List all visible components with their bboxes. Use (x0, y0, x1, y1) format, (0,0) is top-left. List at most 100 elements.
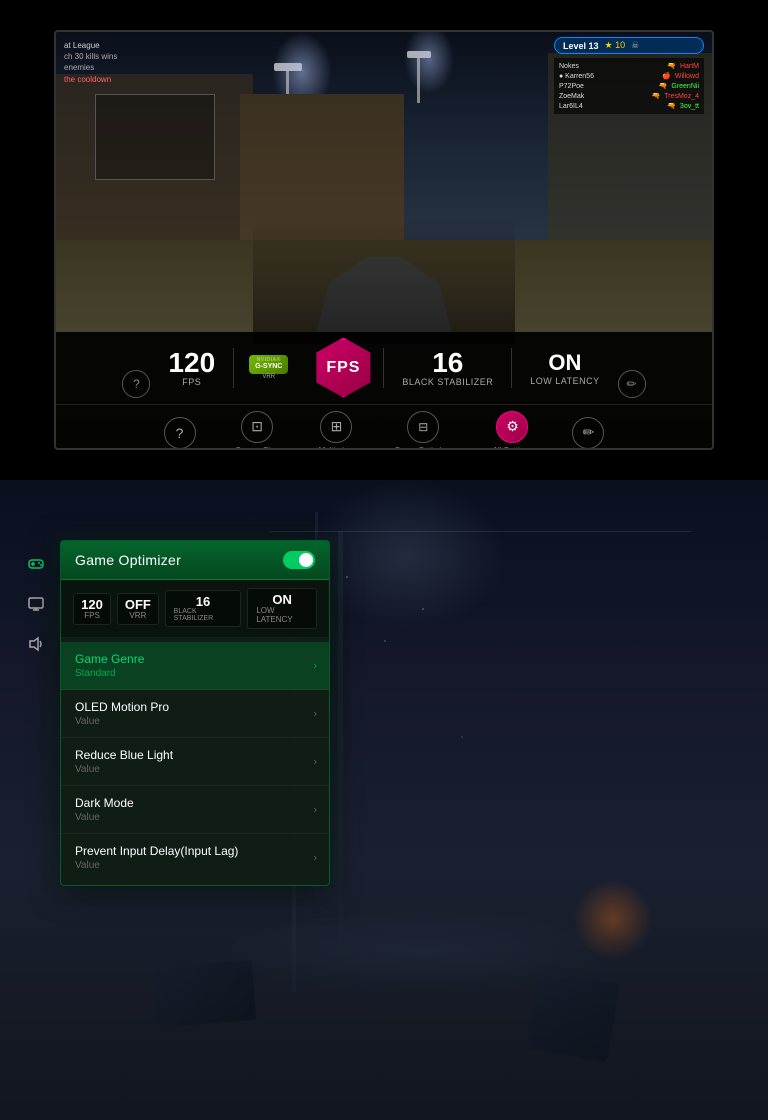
top-section: at League ch 30 kills wins enemies the c… (0, 0, 768, 480)
edit-icon-item[interactable]: ✏ (572, 417, 604, 449)
game-optimizer-icon: ⊟ (407, 411, 439, 443)
low-latency-value: ON (548, 350, 581, 376)
multi-view-label: Multi-view (319, 446, 355, 450)
hud-league-text: at League (64, 40, 117, 51)
star-icon: ★ 10 (605, 40, 626, 51)
prevent-input-delay-arrow: › (314, 852, 317, 863)
optimizer-panel: Game Optimizer 120 FPS OFF VRR 16 Black … (60, 540, 330, 886)
monitor-icon (28, 596, 44, 612)
game-genre-arrow: › (314, 660, 317, 671)
game-screen: at League ch 30 kills wins enemies the c… (54, 30, 714, 450)
left-arrow-area: ? (122, 370, 150, 398)
low-latency-stat: ON Low Latency (512, 350, 617, 386)
optimizer-toggle[interactable] (283, 551, 315, 569)
menu-item-prevent-input-delay[interactable]: Prevent Input Delay(Input Lag) Value › (61, 834, 329, 881)
panel-ll-label: Low Latency (256, 606, 308, 624)
scoreboard: Nokes 🔫 HartM ● Karren56 🍎 Willowd P72Po… (554, 58, 704, 114)
skull-icon: ☠ (631, 40, 639, 51)
panel-stats-row: 120 FPS OFF VRR 16 Black Stabilizer ON L… (61, 580, 329, 638)
multi-view-icon: ⊞ (320, 411, 352, 443)
side-icon-gamepad[interactable] (22, 550, 50, 578)
score-row-3: P72Poe 🔫 GreenNii (557, 81, 701, 91)
panel-vrr-value: OFF (125, 598, 151, 611)
side-icon-volume[interactable] (22, 630, 50, 658)
oled-motion-pro-value: Value (75, 716, 315, 727)
particle-5 (461, 736, 463, 738)
help-icon: ? (164, 417, 196, 449)
right-arrow-button[interactable]: ✏ (618, 370, 646, 398)
panel-fps-label: FPS (84, 611, 100, 620)
bottom-section: Game Optimizer 120 FPS OFF VRR 16 Black … (0, 480, 768, 1120)
fps-value: 120 (168, 349, 215, 377)
gsync-sub-label: VRR (262, 374, 275, 380)
panel-bs-label: Black Stabilizer (174, 608, 233, 622)
screen-size-label: Screen Size (236, 446, 279, 450)
gsync-badge: NVIDIA® G-SYNC (249, 355, 288, 373)
low-latency-label: Low Latency (530, 376, 599, 386)
hud-enemies-text: enemies (64, 62, 117, 73)
dark-mode-value: Value (75, 812, 315, 823)
panel-vrr-label: VRR (129, 611, 146, 620)
panel-ll-stat: ON Low Latency (247, 588, 317, 629)
stats-numbers: ? 120 FPS NVIDIA® G-SYNC VRR (56, 332, 712, 404)
hud-kills-text: ch 30 kills wins (64, 51, 117, 62)
all-settings-icon-item[interactable]: ⚙ All Settings (492, 411, 532, 450)
score-row-5: Lar6IL4 🔫 3ov_tt (557, 101, 701, 111)
prevent-input-delay-value: Value (75, 860, 315, 871)
dark-mode-arrow: › (314, 804, 317, 815)
panel-menu: Game Genre Standard › OLED Motion Pro Va… (61, 638, 329, 885)
screen-size-icon: ⊡ (241, 411, 273, 443)
menu-item-dark-mode[interactable]: Dark Mode Value › (61, 786, 329, 834)
help-icon-item[interactable]: ? (164, 417, 196, 449)
panel-title: Game Optimizer (75, 552, 181, 568)
score-row-1: Nokes 🔫 HartM (557, 61, 701, 71)
panel-fps-value: 120 (81, 598, 103, 611)
panel-bs-value: 16 (196, 595, 210, 608)
icons-row: ? ⊡ Screen Size ⊞ Multi-view ⊟ Game Opti… (56, 404, 712, 450)
game-genre-title: Game Genre (75, 652, 315, 666)
hud-timer-text: the cooldown (64, 74, 117, 85)
level-bar: Level 13 ★ 10 ☠ (554, 37, 704, 54)
right-arrow-area: ✏ (618, 370, 646, 398)
edit-icon: ✏ (572, 417, 604, 449)
all-settings-label: All Settings (492, 446, 532, 450)
score-row-4: ZoeMak 🔫 TresMoz_4 (557, 91, 701, 101)
game-optimizer-label: Game Optimizer (394, 446, 452, 450)
game-optimizer-icon-item[interactable]: ⊟ Game Optimizer (394, 411, 452, 450)
panel-fps-stat: 120 FPS (73, 593, 111, 625)
gamepad-icon (28, 556, 44, 572)
panel-vrr-stat: OFF VRR (117, 593, 159, 625)
menu-item-reduce-blue-light[interactable]: Reduce Blue Light Value › (61, 738, 329, 786)
stats-bar: ? 120 FPS NVIDIA® G-SYNC VRR (56, 332, 712, 448)
black-stabilizer-value: 16 (432, 349, 463, 377)
fps-hexagon: FPS (313, 338, 373, 398)
panel-header: Game Optimizer (61, 541, 329, 580)
oled-motion-pro-arrow: › (314, 708, 317, 719)
menu-item-oled-motion-pro[interactable]: OLED Motion Pro Value › (61, 690, 329, 738)
panel-ll-value: ON (272, 593, 292, 606)
left-arrow-button[interactable]: ? (122, 370, 150, 398)
prevent-input-delay-title: Prevent Input Delay(Input Lag) (75, 844, 315, 858)
black-stabilizer-label: Black Stabilizer (402, 377, 493, 387)
reduce-blue-light-value: Value (75, 764, 315, 775)
scene-fog (0, 864, 768, 1120)
multi-view-icon-item[interactable]: ⊞ Multi-view (319, 411, 355, 450)
fps-hex-text: FPS (326, 359, 360, 377)
menu-item-game-genre[interactable]: Game Genre Standard › (61, 642, 329, 690)
oled-motion-pro-title: OLED Motion Pro (75, 700, 315, 714)
side-icon-monitor[interactable] (22, 590, 50, 618)
fps-label: FPS (182, 377, 201, 387)
horizon-line (269, 531, 691, 532)
fps-stat: 120 FPS (150, 349, 233, 387)
panel-side-icons (22, 540, 50, 668)
particle-2 (384, 640, 386, 642)
particle-1 (346, 576, 348, 578)
hud-scoreboard: Level 13 ★ 10 ☠ Nokes 🔫 HartM ● Karren56… (554, 37, 704, 114)
reduce-blue-light-arrow: › (314, 756, 317, 767)
reduce-blue-light-title: Reduce Blue Light (75, 748, 315, 762)
panel-bs-stat: 16 Black Stabilizer (165, 590, 242, 627)
gsync-badge-area: NVIDIA® G-SYNC VRR (234, 355, 303, 379)
screen-size-icon-item[interactable]: ⊡ Screen Size (236, 411, 279, 450)
hud-top-left: at League ch 30 kills wins enemies the c… (64, 40, 117, 85)
score-row-2: ● Karren56 🍎 Willowd (557, 71, 701, 81)
